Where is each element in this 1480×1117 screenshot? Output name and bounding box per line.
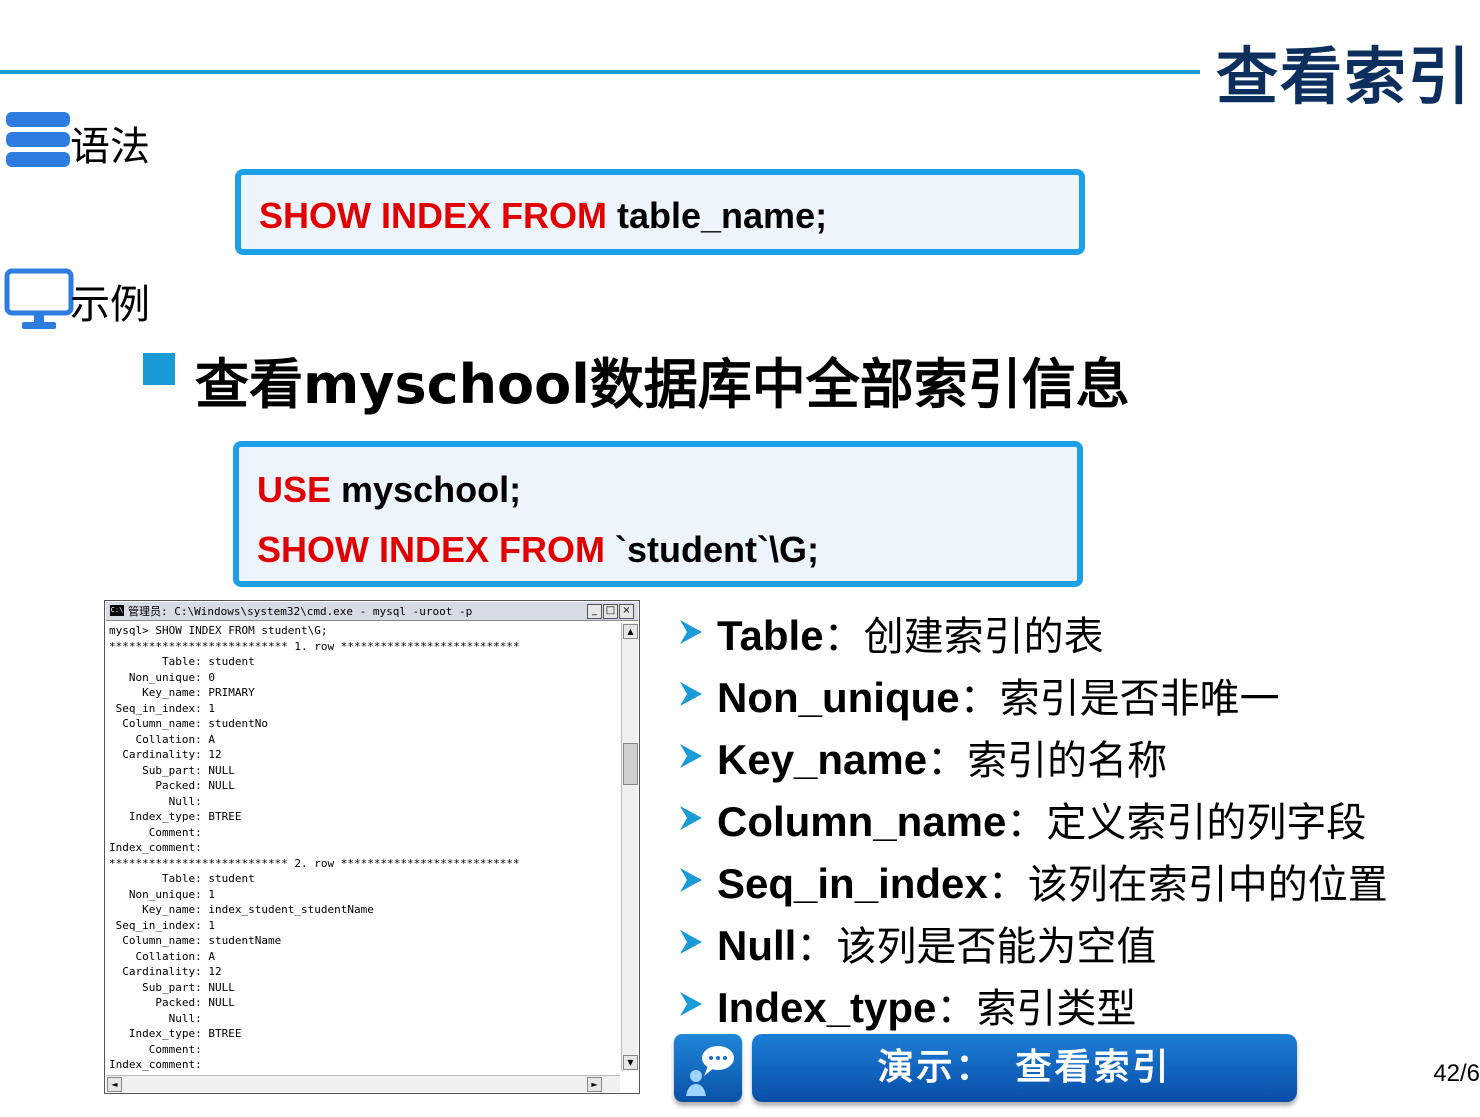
definition-term: Key_name <box>717 736 928 783</box>
console-line: Index_type: BTREE <box>109 810 242 823</box>
arrow-bullet-icon <box>680 992 702 1016</box>
definition-description: ：该列在索引中的位置 <box>987 862 1388 908</box>
console-line: *************************** 2. row *****… <box>109 856 520 870</box>
example-code-line-1: USE myschool; <box>257 469 521 511</box>
demo-icon-box[interactable] <box>674 1034 742 1102</box>
console-line: Index_comment: <box>109 841 202 854</box>
syntax-code-box: SHOW INDEX FROM table_name; <box>235 169 1085 255</box>
console-line: Index_type: BTREE <box>109 1027 242 1040</box>
demo-view-index-button[interactable]: 演示： 查看索引 <box>752 1034 1297 1102</box>
arrow-bullet-icon <box>680 620 702 644</box>
console-line: Sub_part: NULL <box>109 763 235 777</box>
definition-text: Seq_in_index：该列在索引中的位置 <box>717 852 1388 910</box>
definition-text: Key_name：索引的名称 <box>717 728 1167 786</box>
console-line: Non_unique: 1 <box>109 887 215 901</box>
heading-bullet <box>143 353 175 385</box>
close-icon[interactable]: × <box>619 604 634 619</box>
definition-text: Index_type：索引类型 <box>717 976 1136 1034</box>
console-line: Column_name: studentName <box>109 934 282 947</box>
console-line: Table: student <box>109 872 255 885</box>
example-code-line-2: SHOW INDEX FROM `student`\G; <box>257 529 819 571</box>
definition-text: Non_unique：索引是否非唯一 <box>717 666 1280 724</box>
use-argument: myschool; <box>331 469 522 510</box>
example-heading: 查看myschool数据库中全部索引信息 <box>195 353 1130 416</box>
vertical-scrollbar[interactable]: ▲ ▼ <box>621 623 638 1071</box>
scrollbar-thumb[interactable] <box>623 743 638 785</box>
console-line: Comment: <box>109 1042 202 1056</box>
definition-term: Column_name <box>717 798 1007 845</box>
definition-term: Index_type <box>717 984 937 1031</box>
example-code-box: USE myschool; SHOW INDEX FROM `student`\… <box>233 441 1083 587</box>
scroll-left-icon[interactable]: ◄ <box>107 1077 122 1092</box>
console-line: Null: <box>109 1011 202 1025</box>
example-section-label: 示例 <box>70 282 150 328</box>
arrow-bullet-icon <box>680 868 702 892</box>
syntax-code-line: SHOW INDEX FROM table_name; <box>259 195 827 237</box>
console-line: Cardinality: 12 <box>109 748 222 761</box>
console-line: Packed: NULL <box>109 779 235 792</box>
syntax-section-label: 语法 <box>70 124 150 170</box>
maximize-icon[interactable]: □ <box>603 604 618 619</box>
page-number: 42/6 <box>1433 1060 1480 1087</box>
minimize-icon[interactable]: _ <box>587 604 602 619</box>
use-keyword: USE <box>257 469 332 510</box>
arrow-bullet-icon <box>680 930 702 954</box>
arrow-bullet-icon <box>680 682 702 706</box>
mysql-console-window: C:\ 管理员: C:\Windows\system32\cmd.exe - m… <box>104 600 640 1094</box>
definition-description: ：创建索引的表 <box>823 614 1104 660</box>
definition-description: ：索引是否非唯一 <box>959 676 1280 722</box>
console-line: Collation: A <box>109 732 215 746</box>
arrow-bullet-icon <box>680 744 702 768</box>
console-line: Key_name: PRIMARY <box>109 686 255 699</box>
title-divider-line <box>0 70 1200 74</box>
definition-description: ：索引类型 <box>936 986 1137 1032</box>
definition-term: Seq_in_index <box>717 860 988 907</box>
console-line: Packed: NULL <box>109 996 235 1009</box>
console-line: Sub_part: NULL <box>109 980 235 994</box>
console-line: mysql> SHOW INDEX FROM student\G; <box>109 624 328 637</box>
console-line: Seq_in_index: 1 <box>109 701 215 715</box>
console-line: Non_unique: 0 <box>109 670 215 684</box>
show-index-argument: `student`\G; <box>605 529 819 570</box>
cmd-icon: C:\ <box>110 605 124 616</box>
console-line: Null: <box>109 794 202 808</box>
slide-title: 查看索引 <box>1215 40 1472 113</box>
monitor-icon <box>4 268 74 329</box>
scroll-up-icon[interactable]: ▲ <box>623 624 638 639</box>
syntax-argument: table_name; <box>607 195 828 236</box>
definition-term: Non_unique <box>717 674 960 721</box>
arrow-bullet-icon <box>680 806 702 830</box>
console-line: Collation: A <box>109 949 215 963</box>
definition-term: Table <box>717 612 824 659</box>
definition-term: Null <box>717 922 797 969</box>
console-line: Index_comment: <box>109 1058 202 1071</box>
console-line: Column_name: studentNo <box>109 717 268 730</box>
console-title: 管理员: C:\Windows\system32\cmd.exe - mysql… <box>128 605 473 618</box>
console-line: Cardinality: 12 <box>109 965 222 978</box>
show-index-keyword: SHOW INDEX FROM <box>257 529 605 570</box>
console-output: mysql> SHOW INDEX FROM student\G; *******… <box>109 623 621 1075</box>
console-line: *************************** 1. row *****… <box>109 639 520 653</box>
horizontal-scrollbar[interactable]: ◄ ► <box>106 1075 620 1092</box>
console-line: Table: student <box>109 655 255 668</box>
console-line: Key_name: index_student_studentName <box>109 903 374 916</box>
server-stack-icon <box>6 112 70 167</box>
scroll-right-icon[interactable]: ► <box>587 1077 602 1092</box>
definition-text: Null：该列是否能为空值 <box>717 914 1156 972</box>
console-line: Comment: <box>109 825 202 839</box>
console-line: Seq_in_index: 1 <box>109 918 215 932</box>
presenter-speech-icon <box>686 1046 734 1096</box>
definition-description: ：索引的名称 <box>927 738 1168 784</box>
scroll-down-icon[interactable]: ▼ <box>623 1055 638 1070</box>
definition-text: Table：创建索引的表 <box>717 604 1104 662</box>
syntax-keyword: SHOW INDEX FROM <box>259 195 607 236</box>
definition-description: ：定义索引的列字段 <box>1006 800 1367 846</box>
console-titlebar: C:\ 管理员: C:\Windows\system32\cmd.exe - m… <box>106 602 638 621</box>
definition-description: ：该列是否能为空值 <box>796 924 1157 970</box>
definition-text: Column_name：定义索引的列字段 <box>717 790 1366 848</box>
